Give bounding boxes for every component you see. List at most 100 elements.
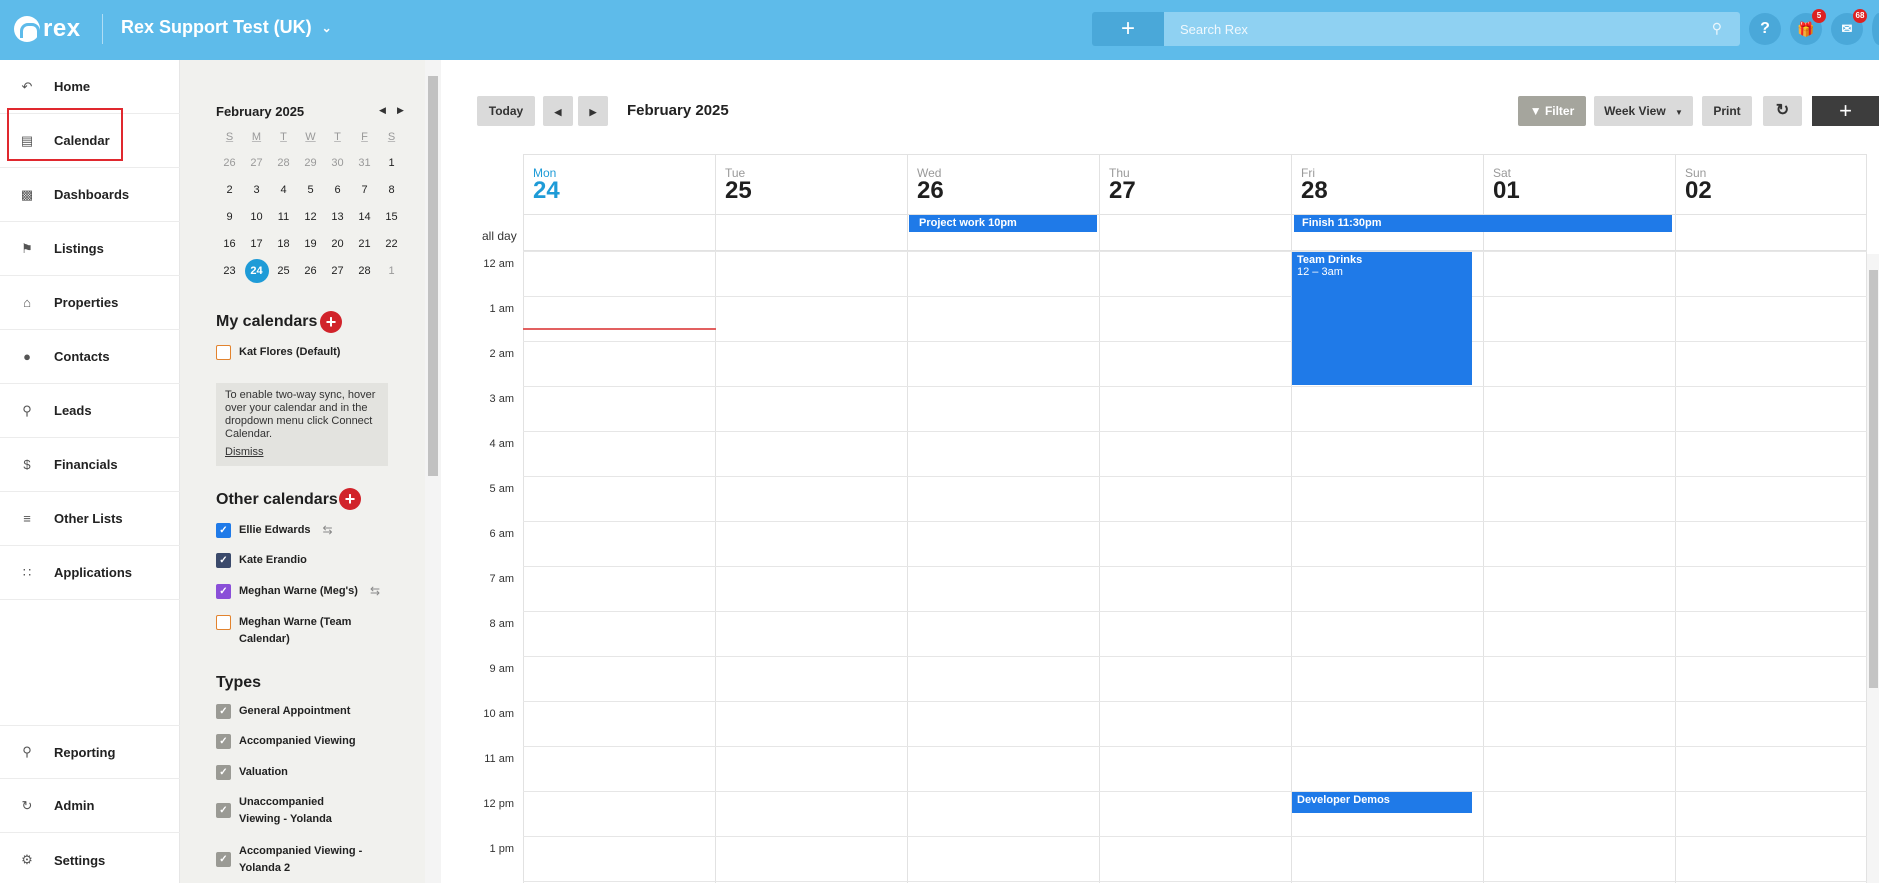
nav-admin[interactable]: ↻ Admin xyxy=(0,779,180,833)
my-calendar-item[interactable]: Kat Flores (Default) xyxy=(216,344,416,361)
checkbox[interactable]: ✓ xyxy=(216,523,231,538)
event-developer-demos[interactable]: Developer Demos xyxy=(1292,792,1472,813)
other-calendar-item[interactable]: Meghan Warne (Team Calendar) xyxy=(216,614,366,648)
mini-day[interactable]: 4 xyxy=(270,178,297,202)
mini-day[interactable]: 2 xyxy=(216,178,243,202)
checkbox[interactable]: ✓ xyxy=(216,734,231,749)
other-calendar-item[interactable]: ✓ Meghan Warne (Meg's) ⇆ xyxy=(216,583,416,600)
gift-button[interactable]: 🎁 5 xyxy=(1790,9,1826,45)
mini-day[interactable]: 25 xyxy=(270,259,297,283)
account-switcher[interactable]: Rex Support Test (UK) ⌄ xyxy=(121,17,332,38)
rex-logo[interactable]: rex xyxy=(14,14,84,44)
day-header-mon[interactable]: Mon 24 xyxy=(523,154,715,214)
inbox-button[interactable]: ✉ 68 xyxy=(1831,9,1867,45)
event-project-work[interactable]: Project work 10pm xyxy=(909,215,1097,232)
mini-day[interactable]: 19 xyxy=(297,232,324,256)
checkbox[interactable] xyxy=(216,345,231,360)
type-item[interactable]: ✓ Valuation xyxy=(216,764,416,781)
mini-day[interactable]: 17 xyxy=(243,232,270,256)
type-item[interactable]: ✓ Accompanied Viewing - Yolanda 2 xyxy=(216,843,366,877)
mini-day[interactable]: 6 xyxy=(324,178,351,202)
checkbox[interactable]: ✓ xyxy=(216,553,231,568)
type-item[interactable]: ✓ General Appointment xyxy=(216,703,416,720)
mini-day[interactable]: 10 xyxy=(243,205,270,229)
dismiss-link[interactable]: Dismiss xyxy=(225,446,379,459)
checkbox[interactable]: ✓ xyxy=(216,765,231,780)
refresh-button[interactable]: ↻ xyxy=(1763,96,1802,126)
nav-home[interactable]: ↶ Home xyxy=(0,60,180,114)
type-item[interactable]: ✓ Accompanied Viewing xyxy=(216,733,416,750)
nav-dashboards[interactable]: ▩ Dashboards xyxy=(0,168,180,222)
mini-day[interactable]: 14 xyxy=(351,205,378,229)
mini-day[interactable]: 11 xyxy=(270,205,297,229)
mini-day[interactable]: 3 xyxy=(243,178,270,202)
mini-day[interactable]: 9 xyxy=(216,205,243,229)
mini-day[interactable]: 20 xyxy=(324,232,351,256)
add-other-calendar-button[interactable]: + xyxy=(339,488,361,510)
sidebar-scrollbar-thumb[interactable] xyxy=(428,76,438,476)
quick-add-button[interactable]: + xyxy=(1092,12,1164,46)
mini-day[interactable]: 26 xyxy=(216,151,243,175)
view-select[interactable]: Week View ▼ xyxy=(1594,96,1693,126)
mini-day[interactable]: 13 xyxy=(324,205,351,229)
mini-day[interactable]: 5 xyxy=(297,178,324,202)
today-button[interactable]: Today xyxy=(477,96,535,126)
mini-day[interactable]: 26 xyxy=(297,259,324,283)
nav-financials[interactable]: $ Financials xyxy=(0,438,180,492)
mini-day[interactable]: 22 xyxy=(378,232,405,256)
mini-day[interactable]: 15 xyxy=(378,205,405,229)
mini-day[interactable]: 18 xyxy=(270,232,297,256)
day-header-sat[interactable]: Sat 01 xyxy=(1483,154,1675,214)
next-week-button[interactable]: ▶ xyxy=(578,96,608,126)
search-input[interactable] xyxy=(1164,12,1740,46)
day-header-sun[interactable]: Sun 02 xyxy=(1675,154,1867,214)
day-header-tue[interactable]: Tue 25 xyxy=(715,154,907,214)
day-header-thu[interactable]: Thu 27 xyxy=(1099,154,1291,214)
mini-prev-icon[interactable]: ◀ xyxy=(379,105,386,116)
nav-properties[interactable]: ⌂ Properties xyxy=(0,276,180,330)
nav-other-lists[interactable]: ≡ Other Lists xyxy=(0,492,180,546)
checkbox[interactable]: ✓ xyxy=(216,803,231,818)
add-event-button[interactable]: + xyxy=(1812,96,1879,126)
checkbox[interactable]: ✓ xyxy=(216,704,231,719)
day-header-wed[interactable]: Wed 26 xyxy=(907,154,1099,214)
mini-day[interactable]: 27 xyxy=(324,259,351,283)
mini-day[interactable]: 31 xyxy=(351,151,378,175)
mini-day-today[interactable]: 24 xyxy=(244,258,269,283)
checkbox[interactable]: ✓ xyxy=(216,584,231,599)
print-button[interactable]: Print xyxy=(1702,96,1752,126)
other-calendar-item[interactable]: ✓ Kate Erandio xyxy=(216,552,416,569)
type-item[interactable]: ✓ Unaccompanied Viewing - Yolanda xyxy=(216,794,366,828)
mini-day[interactable]: 23 xyxy=(216,259,243,283)
prev-week-button[interactable]: ◀ xyxy=(543,96,573,126)
mini-next-icon[interactable]: ▶ xyxy=(397,105,404,116)
mini-day[interactable]: 8 xyxy=(378,178,405,202)
checkbox[interactable]: ✓ xyxy=(216,852,231,867)
nav-contacts[interactable]: ● Contacts xyxy=(0,330,180,384)
mini-day[interactable]: 7 xyxy=(351,178,378,202)
add-my-calendar-button[interactable]: + xyxy=(320,311,342,333)
calendar-scrollbar-thumb[interactable] xyxy=(1869,270,1878,688)
filter-button[interactable]: ▼ Filter xyxy=(1518,96,1586,126)
mini-day[interactable]: 16 xyxy=(216,232,243,256)
mini-day[interactable]: 12 xyxy=(297,205,324,229)
mini-day[interactable]: 1 xyxy=(378,151,405,175)
search-bar[interactable]: ⚲ xyxy=(1164,12,1740,46)
nav-settings[interactable]: ⚙ Settings xyxy=(0,833,180,887)
event-team-drinks[interactable]: Team Drinks 12 – 3am xyxy=(1292,252,1472,385)
mini-day[interactable]: 21 xyxy=(351,232,378,256)
profile-button[interactable] xyxy=(1872,13,1879,45)
mini-day[interactable]: 1 xyxy=(378,259,405,283)
mini-day[interactable]: 30 xyxy=(324,151,351,175)
mini-day[interactable]: 27 xyxy=(243,151,270,175)
other-calendar-item[interactable]: ✓ Ellie Edwards ⇆ xyxy=(216,522,416,539)
nav-applications[interactable]: ∷ Applications xyxy=(0,546,180,600)
checkbox[interactable] xyxy=(216,615,231,630)
mini-day[interactable]: 29 xyxy=(297,151,324,175)
nav-listings[interactable]: ⚑ Listings xyxy=(0,222,180,276)
nav-reporting[interactable]: ⚲ Reporting xyxy=(0,725,180,779)
mini-day[interactable]: 28 xyxy=(270,151,297,175)
nav-leads[interactable]: ⚲ Leads xyxy=(0,384,180,438)
help-button[interactable]: ? xyxy=(1749,13,1781,45)
event-finish[interactable]: Finish 11:30pm xyxy=(1294,215,1672,232)
